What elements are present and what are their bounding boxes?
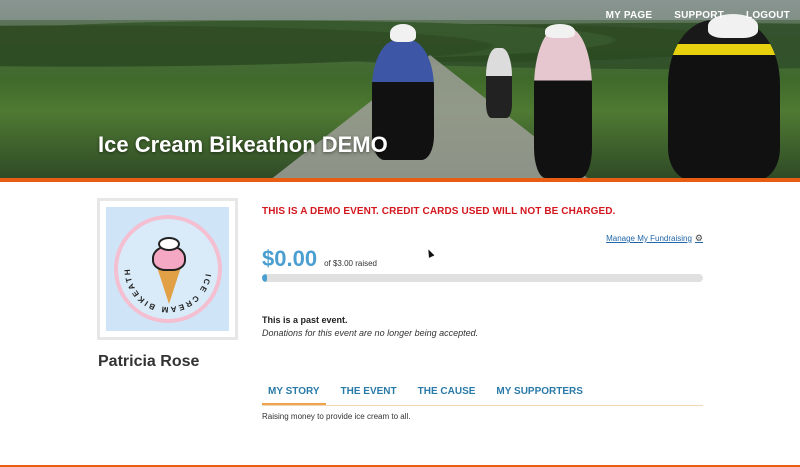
amount-raised: $0.00 of $3.00 raised — [262, 246, 377, 272]
nav-support-link[interactable]: SUPPORT — [674, 10, 724, 21]
manage-fundraising-link[interactable]: Manage My Fundraising ⚙ — [606, 233, 703, 244]
hero-rider-helmet — [545, 24, 575, 38]
hero-rider-helmet — [390, 24, 416, 42]
story-text: Raising money to provide ice cream to al… — [262, 412, 411, 421]
mouse-cursor-icon — [425, 248, 435, 258]
tab-the-cause[interactable]: THE CAUSE — [412, 384, 482, 405]
gear-icon: ⚙ — [694, 233, 703, 243]
fundraiser-name: Patricia Rose — [98, 353, 200, 370]
event-logo-ring: ICE CREAM BIKEATHON — [113, 215, 222, 323]
event-logo: ICE CREAM BIKEATHON — [97, 198, 238, 340]
content-tabs: MY STORY THE EVENT THE CAUSE MY SUPPORTE… — [262, 384, 703, 406]
event-logo-background: ICE CREAM BIKEATHON — [106, 207, 229, 331]
tab-my-supporters[interactable]: MY SUPPORTERS — [490, 384, 589, 405]
demo-notice: THIS IS A DEMO EVENT. CREDIT CARDS USED … — [262, 206, 616, 217]
amount-goal-text: of $3.00 raised — [324, 259, 377, 268]
tab-my-story[interactable]: MY STORY — [262, 384, 326, 405]
fundraising-progress-fill — [262, 274, 268, 282]
amount-raised-value: $0.00 — [262, 246, 318, 271]
hero-rider — [486, 48, 512, 118]
hero-rider — [534, 28, 592, 178]
manage-fundraising-label: Manage My Fundraising — [606, 234, 692, 243]
hero-banner: MY PAGE SUPPORT LOGOUT Ice Cream Bikeath… — [0, 0, 800, 179]
past-event-title: This is a past event. — [262, 315, 348, 325]
event-title: Ice Cream Bikeathon DEMO — [98, 132, 388, 157]
top-nav: MY PAGE SUPPORT LOGOUT — [606, 10, 790, 21]
past-event-subtitle: Donations for this event are no longer b… — [262, 328, 479, 338]
hero-divider — [0, 178, 800, 182]
hero-rider — [668, 20, 780, 179]
nav-logout-link[interactable]: LOGOUT — [746, 10, 790, 21]
ice-cream-topping-icon — [157, 237, 180, 251]
fundraising-progress-bar — [262, 274, 703, 282]
tab-the-event[interactable]: THE EVENT — [335, 384, 403, 405]
nav-my-page-link[interactable]: MY PAGE — [606, 10, 653, 21]
